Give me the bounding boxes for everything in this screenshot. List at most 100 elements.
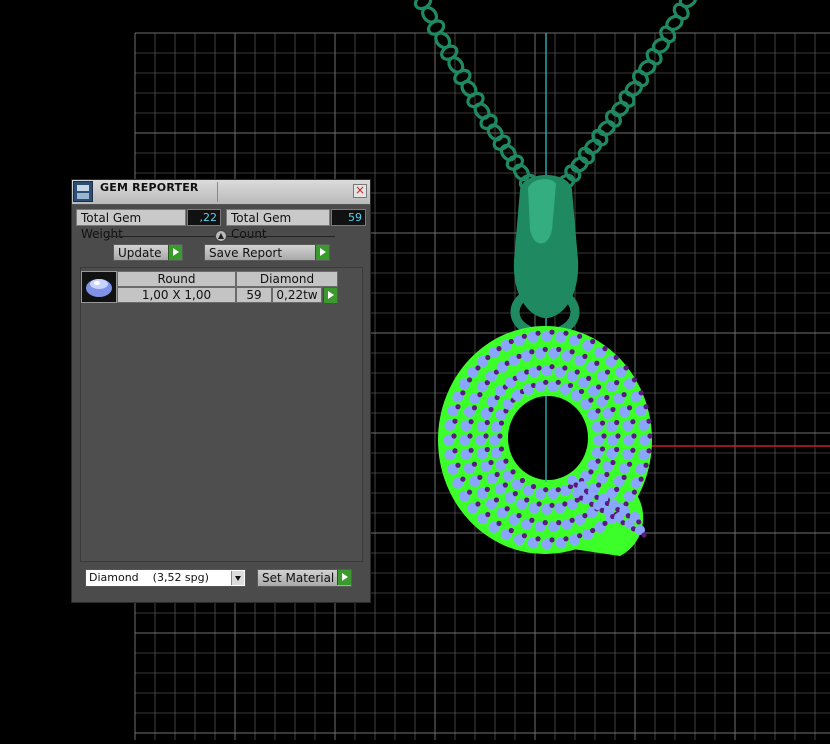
gem-prong — [595, 408, 601, 414]
gem-prong — [577, 333, 583, 339]
gem-prong — [556, 520, 562, 526]
gem-prong — [516, 512, 522, 519]
gem-prong — [602, 520, 608, 526]
update-button[interactable]: Update — [113, 244, 183, 261]
gem-count-cell: 59 — [236, 287, 272, 303]
gem-prong — [621, 392, 627, 398]
set-material-button[interactable]: Set Material — [257, 569, 352, 587]
gem-prong — [484, 419, 490, 426]
gem-prong — [451, 433, 457, 439]
gem-prong — [569, 349, 575, 355]
gem-prong — [535, 536, 541, 542]
gem-prong — [638, 390, 644, 396]
gem-prong — [562, 365, 568, 371]
gem-row-action-button[interactable] — [322, 287, 338, 303]
round-diamond-icon — [81, 271, 117, 303]
gem-prong — [588, 397, 594, 403]
gem-prong — [488, 459, 494, 466]
gem-prong — [610, 459, 616, 466]
collapse-icon[interactable]: ▲ — [215, 230, 227, 242]
gem-prong — [512, 491, 518, 497]
gem-prong — [604, 471, 610, 478]
gem-prong — [578, 388, 585, 395]
gem-prong — [630, 447, 636, 453]
gem-prong — [641, 532, 647, 538]
gem-prong — [484, 486, 490, 492]
gem-prong — [543, 487, 549, 493]
gem-prong — [599, 446, 606, 452]
gem-prong — [542, 520, 548, 526]
gem-prong — [504, 506, 510, 512]
material-select-value: Diamond (3,52 spg) — [89, 571, 209, 584]
gem-prong — [455, 462, 461, 468]
gem-size-cell: 1,00 X 1,00 — [117, 287, 236, 303]
gem-prong — [475, 365, 481, 371]
gem-prong — [595, 458, 601, 464]
save-report-button-label: Save Report — [209, 246, 283, 260]
gem-prong — [636, 519, 642, 525]
gem-prong — [614, 380, 620, 386]
gem-prong — [563, 330, 569, 336]
gem-prong — [508, 527, 514, 534]
gem-prong — [574, 369, 580, 375]
gem-prong — [529, 349, 535, 355]
set-material-button-label: Set Material — [262, 571, 335, 585]
gem-prong — [535, 330, 541, 336]
gem-prong — [510, 469, 516, 475]
q-letter-pendant — [438, 326, 653, 556]
total-gem-count-value: 59 — [331, 209, 366, 226]
gem-prong — [588, 469, 594, 475]
gem-prong — [452, 448, 458, 454]
gem-prong — [596, 482, 602, 488]
gem-prong — [613, 354, 619, 361]
gem-prong — [556, 346, 562, 352]
gem-prong — [521, 333, 527, 339]
gem-prong — [493, 497, 500, 503]
gem-prong — [498, 446, 505, 452]
gem-prong — [502, 482, 508, 488]
save-report-button[interactable]: Save Report — [204, 244, 330, 261]
gem-prong — [555, 379, 561, 385]
gem-prong — [484, 446, 490, 453]
gem-prong — [498, 420, 505, 426]
total-gem-weight-value: ,22 — [187, 209, 221, 226]
gem-prong — [586, 375, 592, 381]
gem-prong — [582, 353, 588, 360]
chain-link — [638, 59, 657, 76]
gem-prong — [614, 419, 620, 426]
gem-prong — [615, 433, 621, 439]
gem-prong — [567, 382, 574, 389]
gem-prong — [466, 377, 473, 383]
gem-prong — [643, 404, 649, 410]
gem-prong — [569, 517, 575, 523]
update-button-label: Update — [118, 246, 162, 260]
gem-prong — [549, 502, 555, 508]
gem-prong — [590, 338, 596, 345]
close-icon[interactable]: × — [353, 184, 367, 198]
pendant-bail — [510, 175, 580, 339]
gem-prong — [646, 418, 652, 424]
gem-prong — [524, 497, 530, 503]
panel-title: GEM REPORTER — [100, 181, 199, 194]
chevron-down-icon[interactable] — [231, 571, 244, 585]
gem-prong — [549, 364, 555, 370]
gem-reporter-titlebar[interactable]: GEM REPORTER × — [72, 180, 370, 205]
gem-prong — [621, 474, 627, 480]
gem-prong — [529, 517, 535, 523]
gem-prong — [626, 461, 633, 467]
gem-prong — [466, 489, 473, 495]
gem-list[interactable] — [80, 267, 363, 562]
gem-prong — [577, 533, 583, 539]
play-arrow-icon — [337, 570, 351, 585]
gem-prong — [497, 433, 503, 439]
gem-prong — [623, 365, 629, 371]
gem-material-cell: Diamond — [236, 271, 338, 287]
gem-prong — [582, 512, 588, 519]
total-gem-count-label: Total Gem Count — [226, 209, 330, 241]
gem-prong — [471, 461, 478, 467]
chain-link — [651, 37, 671, 54]
gem-prong — [549, 537, 555, 543]
material-select[interactable]: Diamond (3,52 spg) — [85, 569, 246, 587]
gem-prong — [485, 511, 491, 518]
gem-weight-cell: 0,22tw — [272, 287, 322, 303]
